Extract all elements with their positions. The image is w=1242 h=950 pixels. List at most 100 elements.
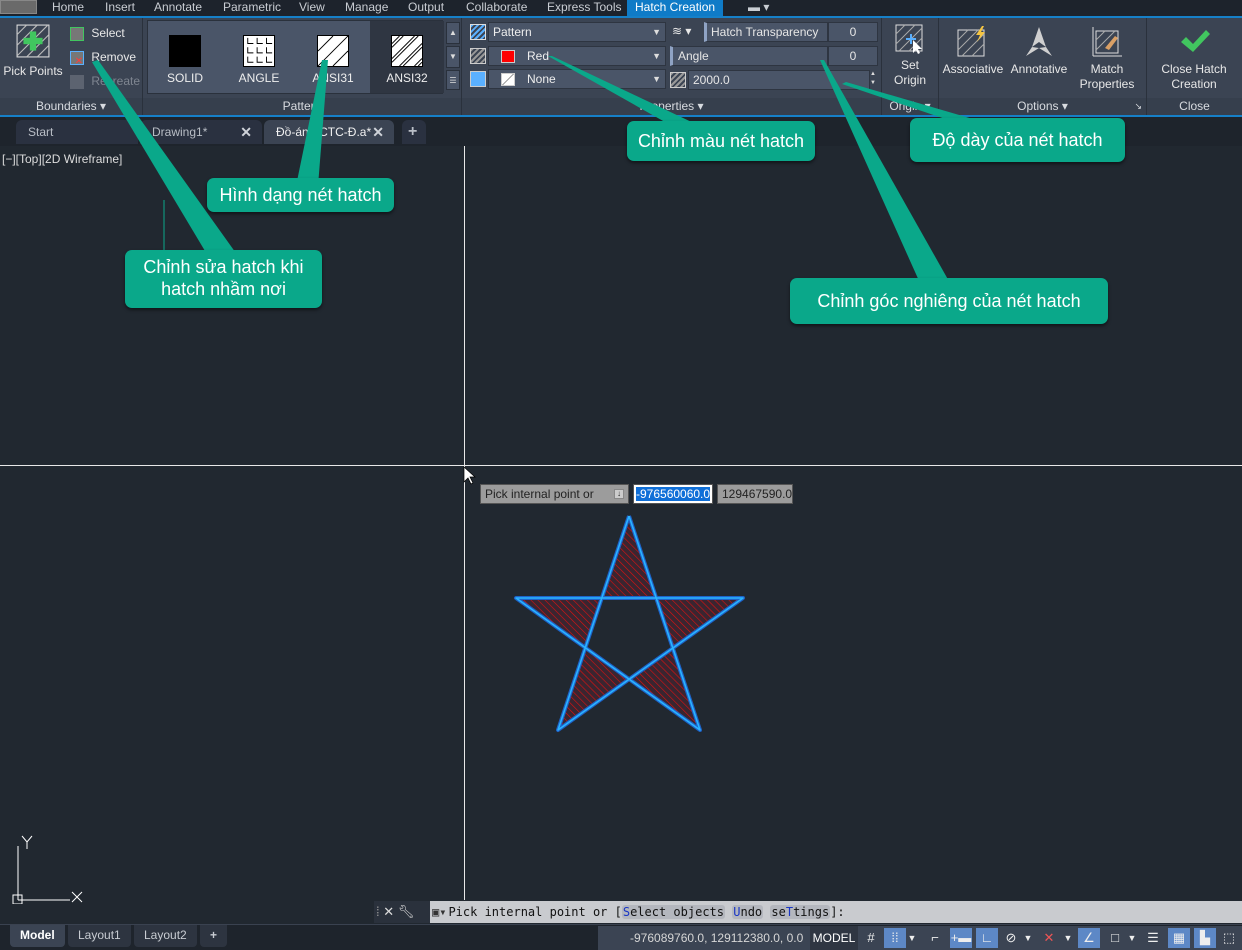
- layout-tab-layout1[interactable]: Layout1: [68, 925, 131, 947]
- hatch-type-icon: [470, 24, 486, 40]
- object-snap-tracking-icon[interactable]: ✕: [1038, 928, 1060, 948]
- viewport-controls[interactable]: [−][Top][2D Wireframe]: [2, 152, 122, 166]
- ansi32-swatch-icon: [391, 35, 423, 67]
- scale-spinner[interactable]: ▲ ▼: [870, 70, 878, 90]
- angle-slider[interactable]: Angle: [670, 46, 828, 66]
- snap-icon[interactable]: ⁞⁞: [884, 928, 906, 948]
- chevron-down-icon[interactable]: ▼: [906, 928, 918, 948]
- drag-handle[interactable]: ⁞: [376, 904, 380, 919]
- select-button[interactable]: Select: [70, 26, 125, 42]
- pattern-solid[interactable]: SOLID: [148, 21, 222, 93]
- option-select-objects[interactable]: Select objects: [621, 905, 725, 919]
- layer-icon[interactable]: ≋ ▾: [672, 24, 702, 38]
- close-hatch-creation-button[interactable]: Close Hatch Creation: [1149, 26, 1239, 92]
- chevron-down-icon[interactable]: ▼: [1062, 928, 1074, 948]
- gallery-scroll-down[interactable]: ▼: [446, 46, 460, 68]
- options-arrow-icon[interactable]: ↓: [614, 489, 624, 499]
- new-tab-button[interactable]: +: [402, 120, 426, 144]
- application-menu-button[interactable]: [0, 0, 37, 14]
- grid-icon[interactable]: #: [860, 928, 882, 948]
- infer-constraints-icon[interactable]: ⌐: [924, 928, 946, 948]
- chevron-down-icon[interactable]: ▼: [1022, 928, 1034, 948]
- tab-annotate[interactable]: Annotate: [146, 0, 210, 16]
- tab-express-tools[interactable]: Express Tools: [539, 0, 629, 16]
- tab-hatch-creation[interactable]: Hatch Creation: [627, 0, 724, 16]
- tab-view[interactable]: View: [291, 0, 333, 16]
- pattern-ansi31[interactable]: ANSI31: [296, 21, 370, 93]
- coordinate-readout[interactable]: -976089760.0, 129112380.0, 0.0: [630, 926, 803, 950]
- pattern-angle[interactable]: ANGLE: [222, 21, 296, 93]
- checkmark-icon: [1181, 30, 1210, 52]
- layout-tab-model[interactable]: Model: [10, 925, 65, 947]
- recreate-button[interactable]: Recreate: [70, 74, 140, 90]
- match-properties-icon: [1092, 27, 1122, 57]
- tab-parametric[interactable]: Parametric: [215, 0, 289, 16]
- doc-tab-start[interactable]: Start: [16, 120, 138, 144]
- angle-swatch-icon: [243, 35, 275, 67]
- selection-cycling-icon[interactable]: ▦: [1168, 928, 1190, 948]
- annotative-button[interactable]: Annotative: [1007, 26, 1071, 77]
- doc-tab-drawing1[interactable]: Drawing1* ✕: [140, 120, 262, 144]
- angle-value-field[interactable]: 0: [828, 46, 878, 66]
- model-space-button[interactable]: MODEL: [810, 926, 858, 950]
- options-panel-title[interactable]: Options ▾ ↘: [939, 98, 1146, 116]
- command-line-controls: ⁞ ✕ 🔧︎: [374, 901, 430, 923]
- gallery-expand[interactable]: ☰: [446, 70, 460, 90]
- dialog-launcher-icon[interactable]: ↘: [1134, 98, 1142, 115]
- doc-tab-do-an[interactable]: Đồ-án TCTC-Đ.a* ✕: [264, 120, 394, 144]
- select-label: Select: [91, 26, 125, 40]
- option-undo[interactable]: Undo: [732, 905, 764, 919]
- scale-field[interactable]: 2000.0: [688, 70, 870, 90]
- ortho-icon[interactable]: ∟: [976, 928, 998, 948]
- origin-panel-title[interactable]: Origin ▾: [882, 98, 938, 116]
- command-line[interactable]: ▣▾ Pick internal point or [Select objects…: [430, 901, 1242, 923]
- close-icon[interactable]: ✕: [240, 120, 252, 144]
- transparency-value-field[interactable]: 0: [828, 22, 878, 42]
- pick-points-button[interactable]: Pick Points: [2, 24, 64, 79]
- transparency-icon[interactable]: ☰: [1142, 928, 1164, 948]
- callout-hatch-color: Chỉnh màu nét hatch: [627, 121, 815, 161]
- option-settings[interactable]: seTtings: [770, 905, 831, 919]
- hatch-color-dropdown[interactable]: Red ▼: [488, 46, 666, 66]
- chevron-down-icon: ▼: [652, 27, 661, 37]
- dynamic-input-icon[interactable]: +▬: [950, 928, 972, 948]
- transparency-slider[interactable]: Hatch Transparency: [704, 22, 828, 42]
- layout-tab-layout2[interactable]: Layout2: [134, 925, 197, 947]
- object-snap-icon[interactable]: □: [1104, 928, 1126, 948]
- tab-manage[interactable]: Manage: [337, 0, 396, 16]
- tab-home[interactable]: Home: [44, 0, 92, 16]
- polar-tracking-icon[interactable]: ⊘: [1000, 928, 1022, 948]
- solid-swatch-icon: [169, 35, 201, 67]
- annotation-monitor-icon[interactable]: ▙: [1194, 928, 1216, 948]
- set-origin-button[interactable]: Set Origin: [884, 24, 936, 88]
- x-coordinate-input[interactable]: -976560060.0: [633, 484, 713, 504]
- boundaries-panel-title[interactable]: Boundaries ▾: [0, 98, 142, 116]
- hatched-star[interactable]: [500, 506, 760, 741]
- tab-insert[interactable]: Insert: [97, 0, 143, 16]
- pattern-gallery: SOLID ANGLE ANSI31 ANSI32: [147, 20, 444, 94]
- close-icon[interactable]: ✕: [383, 904, 394, 919]
- command-history-icon[interactable]: ▣▾: [430, 905, 448, 919]
- boundaries-panel: Pick Points Select ✕ Remove Recreate Bou…: [0, 18, 143, 116]
- chevron-down-icon[interactable]: ▼: [1126, 928, 1138, 948]
- tab-collaborate[interactable]: Collaborate: [458, 0, 535, 16]
- properties-panel-title[interactable]: Properties ▾: [462, 98, 881, 116]
- lineweight-icon[interactable]: ∠: [1078, 928, 1100, 948]
- hatch-type-dropdown[interactable]: Pattern ▼: [488, 22, 666, 42]
- gallery-scroll-up[interactable]: ▲: [446, 22, 460, 44]
- ribbon-toggle-icon[interactable]: ▬ ▾: [740, 0, 777, 16]
- match-properties-button[interactable]: Match Properties: [1075, 26, 1139, 92]
- tab-output[interactable]: Output: [400, 0, 452, 16]
- y-coordinate-input[interactable]: 129467590.0: [717, 484, 793, 504]
- 3d-object-snap-icon[interactable]: ⬚: [1218, 928, 1240, 948]
- pattern-ansi32[interactable]: ANSI32: [370, 21, 444, 93]
- associative-button[interactable]: Associative: [941, 26, 1005, 77]
- close-icon[interactable]: ✕: [372, 120, 384, 144]
- ucs-icon: [12, 835, 83, 904]
- remove-button[interactable]: ✕ Remove: [70, 50, 136, 67]
- cursor-icon: [463, 466, 476, 485]
- background-color-dropdown[interactable]: None ▼: [488, 69, 666, 89]
- wrench-icon[interactable]: 🔧︎: [398, 904, 415, 919]
- pick-points-icon: [16, 24, 50, 58]
- add-layout-button[interactable]: +: [200, 925, 228, 947]
